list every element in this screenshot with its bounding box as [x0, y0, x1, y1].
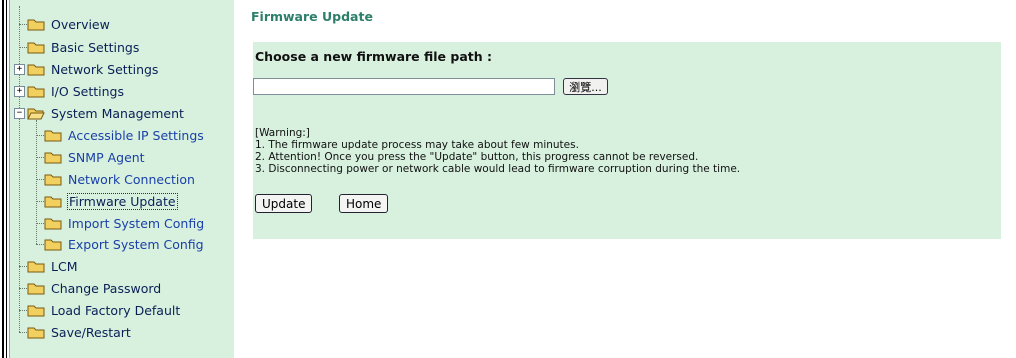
- open-folder-icon: [27, 108, 45, 120]
- folder-icon: [44, 130, 62, 142]
- sidebar-item-network-connection[interactable]: Network Connection: [36, 169, 195, 189]
- folder-icon: [44, 218, 62, 230]
- folder-icon: [44, 196, 62, 208]
- main-content: Firmware Update Choose a new firmware fi…: [233, 0, 1016, 358]
- sidebar-item-change-password[interactable]: Change Password: [19, 278, 161, 298]
- firmware-form-panel: Choose a new firmware file path : 瀏覽... …: [253, 42, 1001, 239]
- tree-connector: [19, 24, 27, 25]
- folder-icon: [44, 152, 62, 164]
- sidebar-item-label: LCM: [51, 258, 78, 274]
- sidebar-item-save-restart[interactable]: Save/Restart: [19, 322, 131, 342]
- folder-icon: [27, 261, 45, 273]
- folder-icon: [27, 86, 45, 98]
- folder-icon: [27, 64, 45, 76]
- tree-connector: [19, 310, 27, 311]
- sidebar-item-label: Change Password: [51, 280, 162, 296]
- tree-connector: [36, 179, 44, 180]
- tree-connector: [36, 157, 44, 158]
- folder-icon: [44, 174, 62, 186]
- warning-text: [Warning:] 1. The firmware update proces…: [255, 127, 740, 175]
- sidebar-item-label: Overview: [51, 16, 110, 32]
- tree-connector: [36, 135, 44, 136]
- sidebar-item-label: Basic Settings: [51, 39, 140, 55]
- sidebar-item-firmware-update[interactable]: Firmware Update: [36, 191, 178, 211]
- sidebar-item-overview[interactable]: Overview: [19, 14, 110, 34]
- warning-line: 2. Attention! Once you press the "Update…: [255, 151, 699, 163]
- sidebar-item-label: SNMP Agent: [68, 149, 145, 165]
- sidebar-item-basic-settings[interactable]: Basic Settings: [19, 37, 139, 57]
- warning-line: 3. Disconnecting power or network cable …: [255, 163, 741, 175]
- sidebar-nav-tree: Overview Basic Settings + Network Settin…: [9, 0, 234, 358]
- frame-border-inner: [6, 0, 7, 358]
- sidebar-item-label: Firmware Update: [67, 192, 178, 210]
- sidebar-item-io-settings[interactable]: I/O Settings: [19, 81, 124, 101]
- tree-connector: [19, 332, 27, 333]
- tree-connector: [36, 201, 44, 202]
- sidebar-item-label: Load Factory Default: [51, 302, 181, 318]
- sidebar-item-label: Save/Restart: [51, 324, 131, 340]
- sidebar-item-label: Import System Config: [68, 215, 205, 231]
- warning-heading: [Warning:]: [255, 127, 310, 139]
- sidebar-item-label: System Management: [51, 105, 184, 121]
- tree-connector: [36, 223, 44, 224]
- sidebar-item-lcm[interactable]: LCM: [19, 256, 77, 276]
- folder-icon: [44, 239, 62, 251]
- tree-connector: [36, 244, 44, 245]
- sidebar-item-load-factory-default[interactable]: Load Factory Default: [19, 300, 180, 320]
- folder-icon: [27, 283, 45, 295]
- sidebar-item-system-management[interactable]: System Management: [19, 103, 184, 123]
- sidebar-item-network-settings[interactable]: Network Settings: [19, 59, 158, 79]
- choose-file-label: Choose a new firmware file path :: [255, 49, 492, 64]
- home-button[interactable]: Home: [339, 194, 389, 213]
- sidebar-item-label: Accessible IP Settings: [68, 127, 204, 143]
- folder-icon: [27, 19, 45, 31]
- sidebar-item-snmp-agent[interactable]: SNMP Agent: [36, 147, 145, 167]
- sidebar-item-export-system-config[interactable]: Export System Config: [36, 234, 204, 254]
- folder-icon: [27, 305, 45, 317]
- tree-connector: [19, 288, 27, 289]
- warning-line: 1. The firmware update process may take …: [255, 139, 579, 151]
- sidebar-item-import-system-config[interactable]: Import System Config: [36, 213, 204, 233]
- frame-border: [2, 0, 4, 358]
- update-button[interactable]: Update: [255, 194, 313, 213]
- sidebar-item-label: Network Connection: [68, 171, 195, 187]
- page-title: Firmware Update: [251, 9, 373, 24]
- firmware-path-input[interactable]: [253, 78, 555, 95]
- tree-connector: [19, 266, 27, 267]
- browse-button[interactable]: 瀏覽...: [563, 78, 608, 95]
- sidebar-item-label: Network Settings: [51, 61, 159, 77]
- sidebar-item-accessible-ip-settings[interactable]: Accessible IP Settings: [36, 125, 204, 145]
- folder-icon: [27, 327, 45, 339]
- tree-connector: [19, 47, 27, 48]
- sidebar-item-label: Export System Config: [68, 236, 204, 252]
- folder-icon: [27, 42, 45, 54]
- sidebar-item-label: I/O Settings: [51, 83, 124, 99]
